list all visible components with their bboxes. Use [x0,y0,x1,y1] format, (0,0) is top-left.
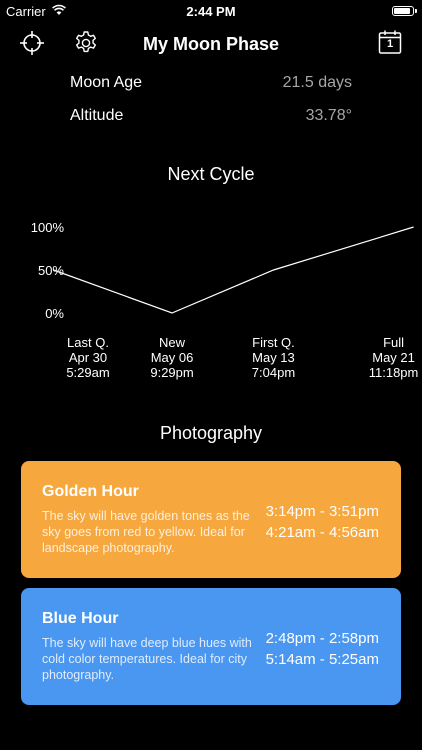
x-axis-category-time: 9:29pm [150,365,194,380]
x-axis-category-date: May 06 [150,350,194,365]
x-axis-category-time: 11:18pm [368,365,419,380]
calendar-day: 1 [386,38,394,50]
blue-hour-card[interactable]: Blue Hour The sky will have deep blue hu… [21,588,401,705]
card-times: 2:48pm - 2:58pm 5:14am - 5:25am [266,628,379,670]
card-time-range: 3:14pm - 3:51pm [265,503,379,520]
altitude-label: Altitude [70,107,124,124]
x-axis-category-phase: Full [383,335,405,350]
card-description: The sky will have deep blue hues with co… [42,636,252,682]
card-description: The sky will have golden tones as the sk… [42,509,250,555]
x-axis-category-phase: First Q. [252,335,295,350]
card-time-range: 2:48pm - 2:58pm [265,630,379,647]
card-time-range: 5:14am - 5:25am [265,651,379,668]
photography-title: Photography [159,423,263,443]
x-axis-category-date: May 13 [252,350,295,365]
x-axis-category-time: 7:04pm [251,365,296,380]
x-axis-category-phase: Last Q. [67,335,109,350]
x-axis-category: First Q. May 13 7:04pm [233,335,313,380]
next-cycle-title: Next Cycle [167,164,255,184]
golden-hour-card[interactable]: Golden Hour The sky will have golden ton… [21,461,401,578]
card-title: Blue Hour [42,610,119,627]
x-axis-category-date: Apr 30 [68,350,108,365]
x-axis-category: Full May 21 11:18pm [354,335,422,380]
battery-icon [392,6,417,16]
card-times: 3:14pm - 3:51pm 4:21am - 4:56am [266,501,379,543]
y-tick-label: 50% [38,263,64,278]
battery-fill [394,8,411,14]
altitude-value: 33.78° [305,107,352,124]
x-axis-category-time: 5:29am [66,365,110,380]
y-tick-label: 100% [31,220,65,235]
calendar-button[interactable]: 1 [377,29,403,55]
x-axis-category: New May 06 9:29pm [132,335,212,380]
card-time-range: 4:21am - 4:56am [265,524,379,541]
status-time: 2:44 PM [186,4,236,19]
moon-age-value: 21.5 days [282,74,352,91]
x-axis-category: Last Q. Apr 30 5:29am [48,335,128,380]
screen: Carrier 2:44 PM My Moon Phase 1 Moon Age… [0,0,422,750]
y-tick-label: 0% [45,306,64,321]
x-axis-category-date: May 21 [372,350,415,365]
status-bar: Carrier 2:44 PM [0,0,422,22]
moon-age-label: Moon Age [70,74,143,91]
x-axis-category-phase: New [159,335,186,350]
page-title: My Moon Phase [142,34,280,54]
illumination-line [53,226,414,314]
card-title: Golden Hour [42,483,139,500]
